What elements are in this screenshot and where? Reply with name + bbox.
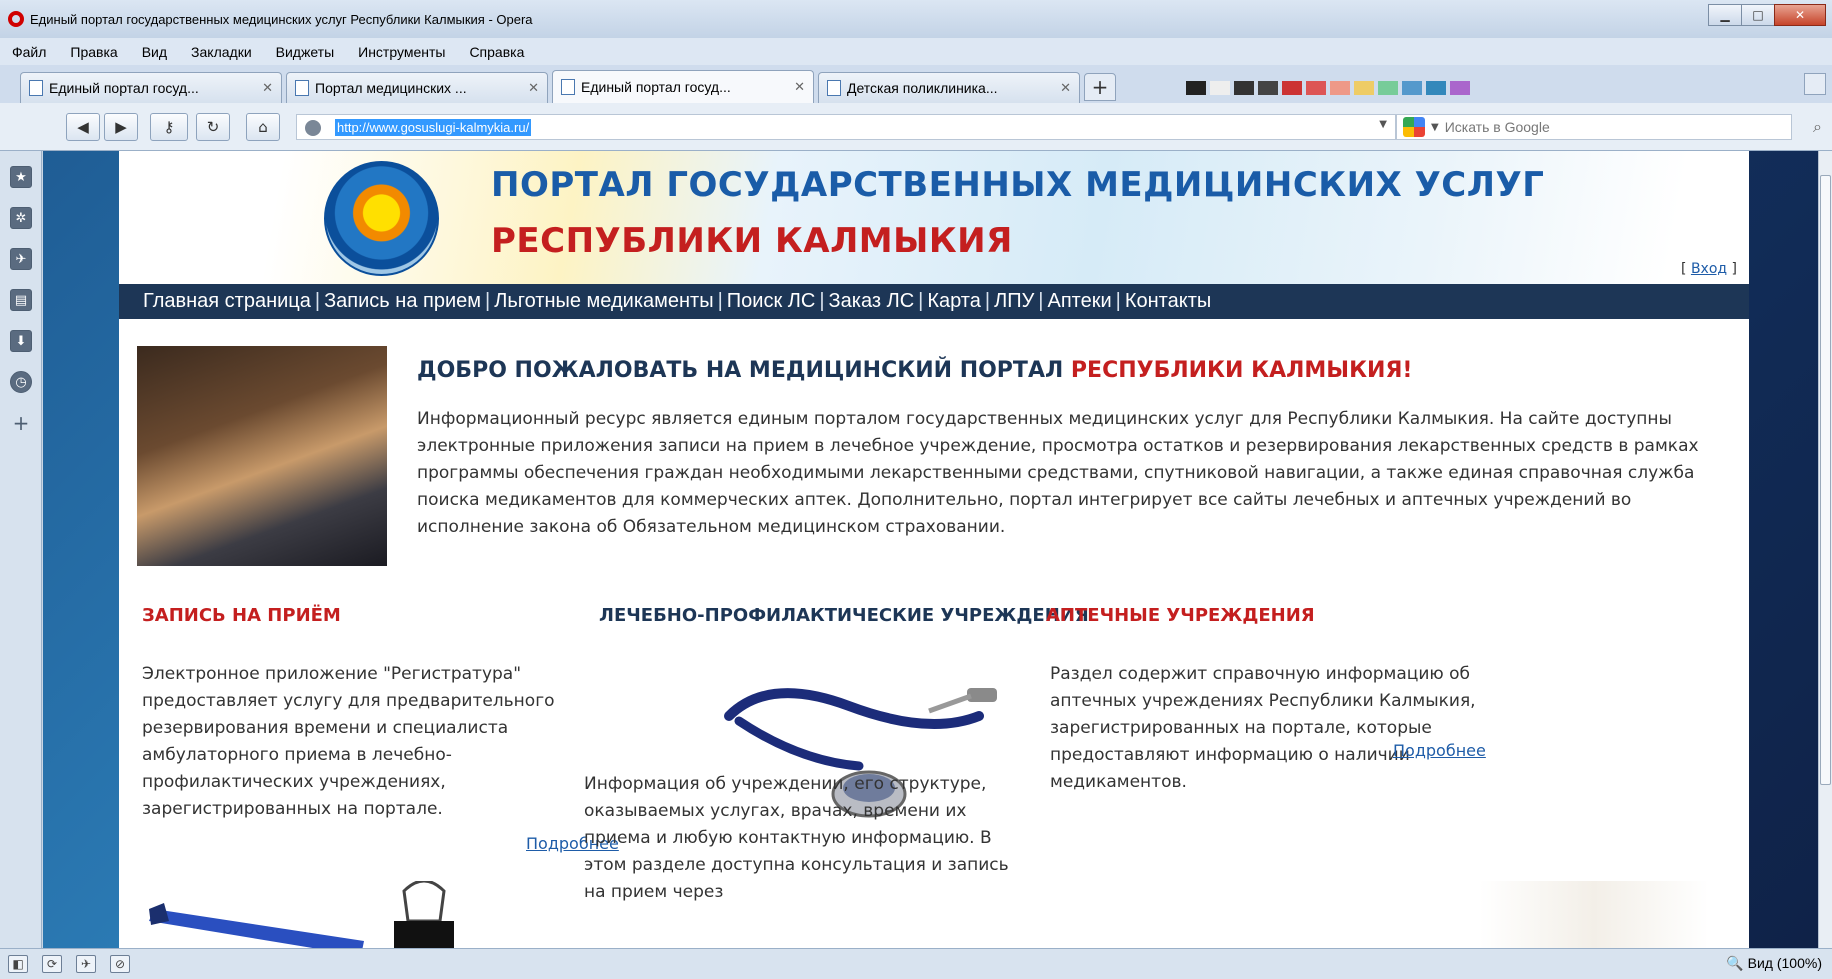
history-panel-icon[interactable]: ◷ — [10, 371, 32, 393]
menu-view[interactable]: Вид — [142, 44, 167, 60]
welcome-text: Информационный ресурс является единым по… — [417, 409, 1699, 537]
tab-close-icon[interactable]: ✕ — [262, 80, 273, 96]
site-title-line2: РЕСПУБЛИКИ КАЛМЫКИЯ — [491, 221, 1013, 261]
reload-icon[interactable]: ↻ — [196, 113, 230, 141]
welcome-title: ДОБРО ПОЖАЛОВАТЬ НА МЕДИЦИНСКИЙ ПОРТАЛ Р… — [417, 358, 1412, 383]
turbo-icon[interactable]: ⊘ — [110, 955, 130, 973]
minimize-button[interactable]: ▁ — [1708, 4, 1742, 26]
back-button[interactable]: ◀ — [66, 113, 100, 141]
side-panel: ★ ✲ ✈ ▤ ⬇ ◷ + — [0, 151, 42, 948]
page-icon — [561, 79, 575, 95]
page-viewport: ПОРТАЛ ГОСУДАРСТВЕННЫХ МЕДИЦИНСКИХ УСЛУГ… — [43, 151, 1818, 948]
notes-panel-icon[interactable]: ▤ — [10, 289, 32, 311]
page-icon — [827, 80, 841, 96]
chevron-down-icon[interactable]: ▼ — [1431, 122, 1439, 133]
tab-close-icon[interactable]: ✕ — [794, 79, 805, 95]
main-nav: Главная страница | Запись на прием | Льгот… — [119, 284, 1749, 319]
tab-thumbnails — [1186, 81, 1474, 95]
site-title-line1: ПОРТАЛ ГОСУДАРСТВЕННЫХ МЕДИЦИНСКИХ УСЛУГ — [491, 165, 1545, 205]
url-text: http://www.gosuslugi-kalmykia.ru/ — [335, 118, 532, 136]
globe-icon — [305, 120, 321, 136]
login-link-wrapper: [ Вход ] — [1681, 261, 1737, 277]
search-icon[interactable]: ⌕ — [1813, 117, 1822, 137]
home-icon[interactable]: ⌂ — [246, 113, 280, 141]
nav-item-lpu[interactable]: ЛПУ — [994, 290, 1034, 313]
close-button[interactable]: ✕ — [1774, 4, 1826, 26]
google-icon[interactable] — [1403, 117, 1425, 137]
menu-bookmarks[interactable]: Закладки — [191, 44, 252, 60]
nav-item-contacts[interactable]: Контакты — [1125, 290, 1211, 313]
new-tab-button[interactable]: + — [1084, 73, 1116, 101]
widgets-panel-icon[interactable]: ✲ — [10, 207, 32, 229]
site-header: ПОРТАЛ ГОСУДАРСТВЕННЫХ МЕДИЦИНСКИХ УСЛУГ… — [119, 151, 1749, 284]
welcome-title-part1: ДОБРО ПОЖАЛОВАТЬ НА МЕДИЦИНСКИЙ ПОРТАЛ — [417, 358, 1064, 383]
tab-close-icon[interactable]: ✕ — [1060, 80, 1071, 96]
tab-2[interactable]: Портал медицинских ... ✕ — [286, 72, 548, 103]
key-icon[interactable]: ⚷ — [150, 113, 188, 141]
status-bar: ◧ ⟳ ✈ ⊘ 🔍 Вид (100%) — [0, 948, 1832, 979]
business-people-photo — [137, 346, 387, 566]
pharmacy-title[interactable]: АПТЕЧНЫЕ УЧРЕЖДЕНИЯ — [1046, 605, 1315, 626]
speed-dial-icon[interactable]: ⟳ — [42, 955, 62, 973]
menu-bar: Файл Правка Вид Закладки Виджеты Инструм… — [0, 38, 1832, 65]
nav-item-preferential-drugs[interactable]: Льготные медикаменты — [494, 290, 713, 313]
window-controls: ▁ □ ✕ — [1708, 4, 1826, 26]
nav-item-map[interactable]: Карта — [927, 290, 981, 313]
tab-1[interactable]: Единый портал госуд... ✕ — [20, 72, 282, 103]
kalmykia-emblem-logo — [324, 161, 439, 276]
address-bar: ◀ ▶ ⚷ ↻ ⌂ http://www.gosuslugi-kalmykia.… — [0, 103, 1832, 151]
pen-and-clip-image — [149, 881, 454, 948]
scrollbar-thumb[interactable] — [1820, 175, 1831, 785]
search-field: ▼ — [1396, 114, 1792, 140]
menu-file[interactable]: Файл — [12, 44, 46, 60]
menu-edit[interactable]: Правка — [70, 44, 117, 60]
opera-logo-icon — [8, 11, 24, 27]
page-icon — [295, 80, 309, 96]
window-title-bar: Единый портал государственных медицински… — [0, 0, 1832, 38]
zoom-level[interactable]: 🔍 Вид (100%) — [1726, 955, 1822, 972]
tab-label: Детская поликлиника... — [847, 80, 998, 96]
vertical-scrollbar[interactable] — [1818, 151, 1832, 948]
nav-item-appointment[interactable]: Запись на прием — [324, 290, 481, 313]
lpu-text: Информация об учреждении, его структуре,… — [584, 774, 1009, 902]
tab-3-active[interactable]: Единый портал госуд... ✕ — [552, 70, 814, 103]
search-input[interactable] — [1444, 119, 1745, 135]
panel-toggle-icon[interactable]: ◧ — [8, 955, 28, 973]
unite-panel-icon[interactable]: ✈ — [10, 248, 32, 270]
maximize-button[interactable]: □ — [1741, 4, 1775, 26]
appointment-title[interactable]: ЗАПИСЬ НА ПРИЁМ — [142, 605, 341, 626]
zoom-text: Вид (100%) — [1747, 955, 1822, 971]
menu-help[interactable]: Справка — [469, 44, 524, 60]
pharmacy-more-link[interactable]: Подробнее — [1393, 741, 1486, 760]
add-panel-icon[interactable]: + — [10, 411, 32, 435]
bookmarks-panel-icon[interactable]: ★ — [10, 166, 32, 188]
window-title: Единый портал государственных медицински… — [30, 11, 533, 27]
nav-item-drug-order[interactable]: Заказ ЛС — [829, 290, 915, 313]
nav-item-home[interactable]: Главная страница — [143, 290, 311, 313]
pharmacy-text: Раздел содержит справочную информацию об… — [1050, 664, 1476, 792]
tab-label: Единый портал госуд... — [49, 80, 199, 96]
nav-item-pharmacies[interactable]: Аптеки — [1047, 290, 1111, 313]
downloads-panel-icon[interactable]: ⬇ — [10, 330, 32, 352]
login-link[interactable]: Вход — [1691, 261, 1727, 277]
appointment-text: Электронное приложение "Регистратура" пр… — [142, 664, 555, 819]
menu-tools[interactable]: Инструменты — [358, 44, 445, 60]
lpu-title[interactable]: ЛЕЧЕБНО-ПРОФИЛАКТИЧЕСКИЕ УЧРЕЖДЕНИЯ — [599, 605, 1089, 626]
trash-icon[interactable] — [1804, 73, 1826, 95]
tab-label: Единый портал госуд... — [581, 79, 731, 95]
url-field[interactable]: http://www.gosuslugi-kalmykia.ru/ ▼ — [296, 114, 1396, 140]
forward-button[interactable]: ▶ — [104, 113, 138, 141]
tab-label: Портал медицинских ... — [315, 80, 467, 96]
chevron-down-icon[interactable]: ▼ — [1379, 119, 1387, 130]
tab-close-icon[interactable]: ✕ — [528, 80, 539, 96]
tab-bar: Единый портал госуд... ✕ Портал медицинс… — [0, 65, 1832, 103]
unite-icon[interactable]: ✈ — [76, 955, 96, 973]
pharmacy-image — [1479, 881, 1709, 948]
welcome-title-part2: РЕСПУБЛИКИ КАЛМЫКИЯ! — [1070, 358, 1413, 383]
tab-4[interactable]: Детская поликлиника... ✕ — [818, 72, 1080, 103]
nav-item-drug-search[interactable]: Поиск ЛС — [727, 290, 816, 313]
site-container: ПОРТАЛ ГОСУДАРСТВЕННЫХ МЕДИЦИНСКИХ УСЛУГ… — [119, 151, 1749, 948]
page-icon — [29, 80, 43, 96]
menu-widgets[interactable]: Виджеты — [276, 44, 335, 60]
